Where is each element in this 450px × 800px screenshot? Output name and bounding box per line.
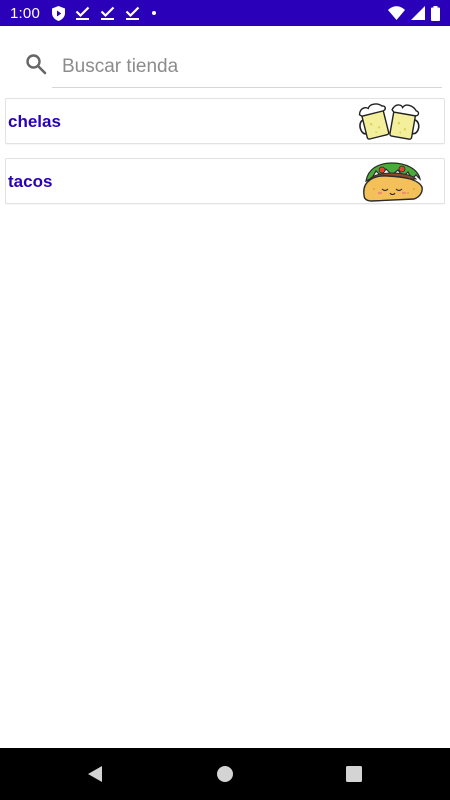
- back-icon[interactable]: [85, 764, 105, 784]
- search-icon[interactable]: [24, 52, 48, 76]
- app-screen: 1:00 Buscar tienda chelas tacos: [0, 0, 450, 800]
- notification-icons: [52, 5, 158, 21]
- home-icon[interactable]: [215, 764, 235, 784]
- taco-icon: [363, 162, 423, 202]
- download-check-icon: [100, 6, 115, 20]
- search-bar: [0, 26, 450, 102]
- status-bar: 1:00: [0, 0, 450, 26]
- system-nav-bar: [0, 748, 450, 800]
- store-name: tacos: [8, 172, 53, 191]
- search-input[interactable]: [52, 46, 442, 88]
- store-card-tacos[interactable]: tacos: [5, 158, 445, 204]
- recents-icon[interactable]: [344, 764, 364, 784]
- store-name: chelas: [8, 112, 61, 131]
- beer-mugs-icon: [358, 103, 420, 140]
- wifi-icon: [388, 6, 405, 20]
- store-card-chelas[interactable]: chelas: [5, 98, 445, 144]
- download-check-icon: [75, 6, 90, 20]
- dot-icon: [152, 11, 156, 15]
- battery-icon: [431, 5, 440, 21]
- store-list: chelas tacos: [5, 98, 445, 218]
- signal-icon: [411, 6, 425, 20]
- shield-play-icon: [52, 5, 65, 21]
- system-icons: [388, 5, 440, 21]
- status-time: 1:00: [10, 4, 40, 22]
- download-check-icon: [125, 6, 140, 20]
